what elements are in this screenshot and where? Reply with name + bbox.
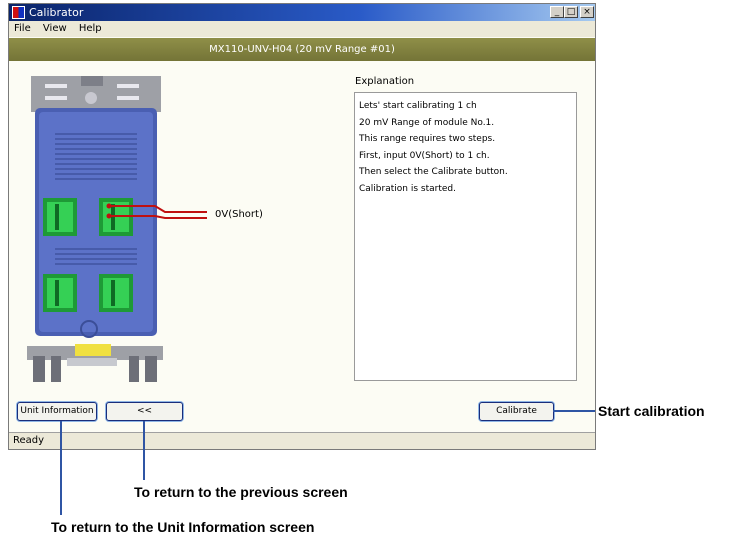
module-title: MX110-UNV-H04 (20 mV Range #01) [9, 38, 595, 61]
explanation-line: 20 mV Range of module No.1. [359, 117, 495, 128]
unit-information-button[interactable]: Unit Information [17, 402, 97, 421]
explanation-line: This range requires two steps. [359, 134, 496, 144]
explanation-line: Lets' start calibrating 1 ch [359, 101, 477, 111]
short-input-label: 0V(Short) [215, 209, 263, 220]
explanation-line: Then select the Calibrate button. [359, 167, 508, 177]
status-text: Ready [13, 435, 45, 446]
title-bar[interactable]: Calibrator _ □ × [9, 4, 595, 21]
callout-line-unit-info [60, 421, 62, 515]
close-button[interactable]: × [580, 6, 594, 18]
menu-help[interactable]: Help [74, 21, 106, 37]
menu-bar: File View Help [9, 21, 595, 37]
minimize-button[interactable]: _ [550, 6, 564, 18]
module-illustration [27, 76, 207, 382]
maximize-button[interactable]: □ [564, 6, 578, 18]
explanation-line: First, input 0V(Short) to 1 ch. [359, 150, 490, 161]
status-bar: Ready [9, 432, 595, 449]
callout-unit-information-screen: To return to the Unit Information screen [51, 519, 315, 535]
callout-previous-screen: To return to the previous screen [134, 484, 348, 500]
explanation-box: Lets' start calibrating 1 ch 20 mV Range… [354, 92, 577, 381]
back-button[interactable]: << [106, 402, 183, 421]
calibrate-button[interactable]: Calibrate [479, 402, 554, 421]
calibrator-window: Calibrator _ □ × File View Help MX110-UN… [8, 3, 596, 450]
menu-file[interactable]: File [9, 21, 35, 37]
explanation-label: Explanation [355, 76, 415, 87]
callout-start-calibration: Start calibration [598, 403, 705, 419]
menu-view[interactable]: View [38, 21, 71, 37]
callout-line-start [553, 410, 595, 412]
callout-line-previous [143, 421, 145, 480]
calibrator-app-icon[interactable] [12, 6, 25, 19]
explanation-line: Calibration is started. [359, 183, 456, 194]
window-title: Calibrator [29, 6, 84, 19]
